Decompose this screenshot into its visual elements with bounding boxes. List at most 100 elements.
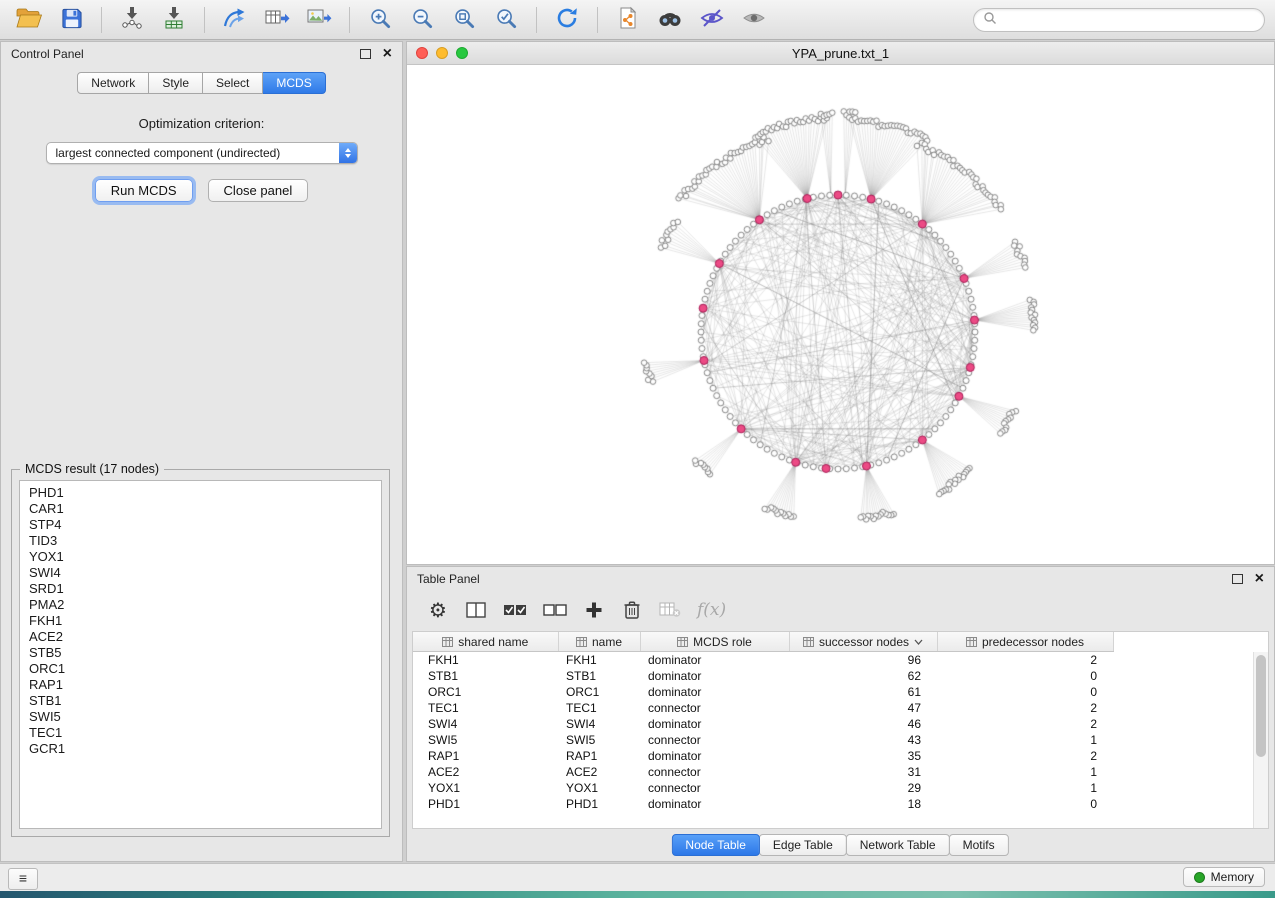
window-close-button[interactable] (416, 47, 428, 59)
table-row[interactable]: FKH1FKH1dominator962 (413, 652, 1113, 669)
tab-edge-table[interactable]: Edge Table (759, 834, 847, 856)
find-button[interactable] (651, 4, 689, 36)
mcds-result-item[interactable]: FKH1 (29, 613, 381, 629)
column-visibility-icon[interactable] (465, 601, 487, 619)
export-table-button[interactable] (258, 4, 296, 36)
table-cell[interactable]: ORC1 (413, 684, 558, 700)
table-cell[interactable]: 46 (789, 716, 937, 732)
table-row[interactable]: TEC1TEC1connector472 (413, 700, 1113, 716)
close-panel-icon[interactable]: × (1255, 573, 1264, 585)
mcds-result-item[interactable]: PMA2 (29, 597, 381, 613)
table-cell[interactable]: dominator (640, 668, 789, 684)
table-cell[interactable]: dominator (640, 796, 789, 812)
export-network-button[interactable] (216, 4, 254, 36)
table-row[interactable]: SWI5SWI5connector431 (413, 732, 1113, 748)
column-header-successor-nodes[interactable]: successor nodes (789, 632, 937, 652)
tab-mcds[interactable]: MCDS (263, 72, 325, 94)
mcds-result-item[interactable]: RAP1 (29, 677, 381, 693)
select-all-rows-icon[interactable] (503, 601, 527, 619)
table-cell[interactable]: PHD1 (558, 796, 640, 812)
table-cell[interactable]: connector (640, 764, 789, 780)
table-cell[interactable]: ACE2 (413, 764, 558, 780)
mcds-result-item[interactable]: ORC1 (29, 661, 381, 677)
float-panel-icon[interactable] (1232, 574, 1243, 584)
zoom-in-button[interactable] (361, 4, 399, 36)
table-cell[interactable]: 61 (789, 684, 937, 700)
tab-style[interactable]: Style (149, 72, 203, 94)
table-cell[interactable]: 2 (937, 652, 1113, 669)
table-settings-gear-icon[interactable]: ⚙ (427, 600, 449, 620)
table-row[interactable]: ACE2ACE2connector311 (413, 764, 1113, 780)
show-details-button[interactable] (735, 4, 773, 36)
task-history-button[interactable]: ≡ (8, 868, 38, 890)
column-header-shared-name[interactable]: shared name (413, 632, 558, 652)
table-cell[interactable]: ORC1 (558, 684, 640, 700)
table-cell[interactable]: 31 (789, 764, 937, 780)
table-cell[interactable]: FKH1 (558, 652, 640, 669)
run-mcds-button[interactable]: Run MCDS (95, 179, 193, 202)
mcds-result-item[interactable]: ACE2 (29, 629, 381, 645)
mcds-result-item[interactable]: STP4 (29, 517, 381, 533)
table-cell[interactable]: FKH1 (413, 652, 558, 669)
table-cell[interactable]: connector (640, 780, 789, 796)
table-cell[interactable]: 1 (937, 780, 1113, 796)
zoom-out-button[interactable] (403, 4, 441, 36)
open-folder-button[interactable] (10, 4, 48, 36)
table-cell[interactable]: YOX1 (413, 780, 558, 796)
network-canvas[interactable] (407, 65, 1274, 565)
mcds-result-item[interactable]: SRD1 (29, 581, 381, 597)
table-cell[interactable]: PHD1 (413, 796, 558, 812)
table-cell[interactable]: dominator (640, 652, 789, 669)
table-cell[interactable]: dominator (640, 716, 789, 732)
table-cell[interactable]: STB1 (413, 668, 558, 684)
add-column-icon[interactable] (583, 601, 605, 619)
column-header-mcds-role[interactable]: MCDS role (640, 632, 789, 652)
table-cell[interactable]: 35 (789, 748, 937, 764)
table-scrollbar-thumb[interactable] (1256, 655, 1266, 757)
table-cell[interactable]: 1 (937, 732, 1113, 748)
table-row[interactable]: RAP1RAP1dominator352 (413, 748, 1113, 764)
mcds-result-item[interactable]: SWI4 (29, 565, 381, 581)
tab-network-table[interactable]: Network Table (846, 834, 950, 856)
table-cell[interactable]: dominator (640, 684, 789, 700)
mcds-result-item[interactable]: GCR1 (29, 741, 381, 757)
table-row[interactable]: YOX1YOX1connector291 (413, 780, 1113, 796)
table-cell[interactable]: connector (640, 732, 789, 748)
table-cell[interactable]: 0 (937, 668, 1113, 684)
table-row[interactable]: SWI4SWI4dominator462 (413, 716, 1113, 732)
table-cell[interactable]: 1 (937, 764, 1113, 780)
delete-column-icon[interactable] (621, 600, 643, 620)
network-file-button[interactable] (609, 4, 647, 36)
table-cell[interactable]: SWI5 (413, 732, 558, 748)
table-cell[interactable]: SWI4 (558, 716, 640, 732)
table-cell[interactable]: 0 (937, 796, 1113, 812)
close-panel-button[interactable]: Close panel (208, 179, 309, 202)
table-row[interactable]: ORC1ORC1dominator610 (413, 684, 1113, 700)
table-cell[interactable]: 47 (789, 700, 937, 716)
tab-network[interactable]: Network (77, 72, 149, 94)
hide-details-button[interactable] (693, 4, 731, 36)
column-header-name[interactable]: name (558, 632, 640, 652)
table-row[interactable]: PHD1PHD1dominator180 (413, 796, 1113, 812)
table-cell[interactable]: 2 (937, 748, 1113, 764)
save-session-button[interactable] (52, 4, 90, 36)
tab-node-table[interactable]: Node Table (671, 834, 760, 856)
mcds-result-item[interactable]: SWI5 (29, 709, 381, 725)
tab-select[interactable]: Select (203, 72, 263, 94)
search-input[interactable] (997, 12, 1255, 28)
refresh-view-button[interactable] (548, 4, 586, 36)
mcds-result-item[interactable]: STB5 (29, 645, 381, 661)
deselect-all-rows-icon[interactable] (543, 601, 567, 619)
table-cell[interactable]: 62 (789, 668, 937, 684)
window-zoom-button[interactable] (456, 47, 468, 59)
mcds-result-item[interactable]: YOX1 (29, 549, 381, 565)
import-table-button[interactable] (155, 4, 193, 36)
table-cell[interactable]: connector (640, 700, 789, 716)
zoom-selected-button[interactable] (487, 4, 525, 36)
mcds-result-item[interactable]: TEC1 (29, 725, 381, 741)
export-image-button[interactable] (300, 4, 338, 36)
table-cell[interactable]: RAP1 (558, 748, 640, 764)
table-cell[interactable]: STB1 (558, 668, 640, 684)
table-cell[interactable]: 2 (937, 716, 1113, 732)
table-cell[interactable]: TEC1 (413, 700, 558, 716)
